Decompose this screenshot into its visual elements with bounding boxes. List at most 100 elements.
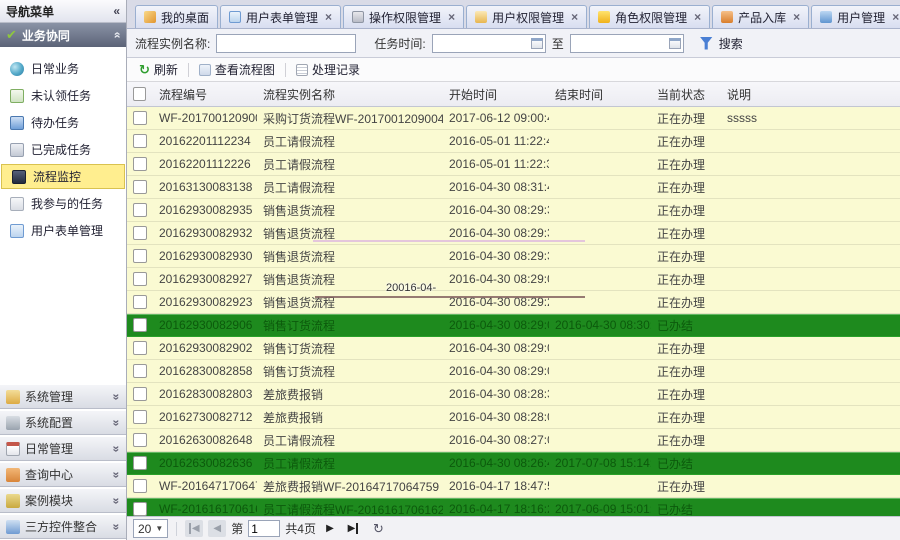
sidebar-collapse-button[interactable]: «: [113, 4, 120, 18]
tab-op-perm-mgmt[interactable]: 操作权限管理×: [343, 5, 464, 28]
inbox-icon: [10, 116, 24, 130]
sidebar-item-daily-business[interactable]: 日常业务: [0, 55, 126, 82]
process-record-button[interactable]: 处理记录: [292, 61, 364, 78]
refresh-button[interactable]: ↻刷新: [135, 61, 182, 78]
sidebar-item-my-tasks[interactable]: 我参与的任务: [0, 190, 126, 217]
table-row[interactable]: 20162930082930销售退货流程2016-04-30 08:29:36正…: [127, 245, 900, 268]
close-icon[interactable]: ×: [892, 10, 899, 24]
close-icon[interactable]: ×: [571, 10, 578, 24]
done-list-icon: [10, 143, 24, 157]
sidebar-item-completed-tasks[interactable]: 已完成任务: [0, 136, 126, 163]
row-checkbox[interactable]: [133, 226, 147, 240]
row-checkbox[interactable]: [133, 387, 147, 401]
prev-page-button[interactable]: ◀: [208, 520, 226, 537]
close-icon[interactable]: ×: [793, 10, 800, 24]
column-header-start-time[interactable]: 开始时间: [443, 86, 549, 103]
tab-user-mgmt[interactable]: 用户管理×: [811, 5, 900, 28]
row-checkbox[interactable]: [133, 180, 147, 194]
table-row[interactable]: 20162630082648员工请假流程2016-04-30 08:27:04正…: [127, 429, 900, 452]
cell-process-id: 20162930082935: [153, 203, 257, 217]
table-row[interactable]: 20162201112226员工请假流程2016-05-01 11:22:31正…: [127, 153, 900, 176]
table-row[interactable]: 20162730082712差旅费报销2016-04-30 08:28:01正在…: [127, 406, 900, 429]
sidebar-accordion-case-module[interactable]: 案例模块»: [0, 488, 126, 513]
row-checkbox[interactable]: [133, 134, 147, 148]
page-number-input[interactable]: [248, 520, 280, 537]
tab-product-inbound[interactable]: 产品入库×: [712, 5, 809, 28]
column-header-end-time[interactable]: 结束时间: [549, 86, 651, 103]
sidebar-item-user-form-mgmt[interactable]: 用户表单管理: [0, 217, 126, 244]
row-checkbox[interactable]: [133, 272, 147, 286]
table-row[interactable]: 20162930082923销售退货流程2016-04-30 08:29:23正…: [127, 291, 900, 314]
row-checkbox[interactable]: [133, 364, 147, 378]
close-icon[interactable]: ×: [694, 10, 701, 24]
cell-status: 已办结: [651, 317, 721, 334]
search-button[interactable]: 搜索: [719, 35, 743, 52]
cell-start-time: 2016-04-30 08:27:04: [443, 433, 549, 447]
row-checkbox[interactable]: [133, 295, 147, 309]
row-checkbox[interactable]: [133, 111, 147, 125]
select-all-checkbox[interactable]: [133, 87, 146, 101]
column-header-status[interactable]: 当前状态: [651, 86, 721, 103]
table-row[interactable]: 20162201112234员工请假流程2016-05-01 11:22:43正…: [127, 130, 900, 153]
table-row[interactable]: WF-20170012090047采购订货流程WF-20170012090047…: [127, 107, 900, 130]
table-row[interactable]: 20162930082902销售订货流程2016-04-30 08:29:03正…: [127, 337, 900, 360]
table-row[interactable]: 20163130083138员工请假流程2016-04-30 08:31:44正…: [127, 176, 900, 199]
page-size-select[interactable]: 20 ▼: [133, 519, 168, 538]
table-row[interactable]: 20162830082803差旅费报销2016-04-30 08:28:34正在…: [127, 383, 900, 406]
tab-role-perm-mgmt[interactable]: 角色权限管理×: [589, 5, 710, 28]
table-row[interactable]: 20162630082636员工请假流程2016-04-30 08:26:432…: [127, 452, 900, 475]
sidebar-item-process-monitor[interactable]: 流程监控: [1, 164, 125, 189]
row-checkbox-cell: [127, 341, 153, 355]
row-checkbox[interactable]: [133, 341, 147, 355]
divider: [285, 63, 286, 77]
sidebar-accordion-query-center[interactable]: 查询中心»: [0, 462, 126, 487]
tab-user-form-mgmt[interactable]: 用户表单管理×: [220, 5, 341, 28]
last-page-button[interactable]: ▶: [344, 520, 362, 537]
close-icon[interactable]: ×: [448, 10, 455, 24]
accordion-label: 日常管理: [25, 440, 73, 457]
table-row[interactable]: 20162930082906销售订货流程2016-04-30 08:29:072…: [127, 314, 900, 337]
table-row[interactable]: WF-20164717064759差旅费报销WF-201647170647592…: [127, 475, 900, 498]
column-header-process-id[interactable]: 流程编号: [153, 86, 257, 103]
gear-icon: [6, 520, 20, 534]
table-row[interactable]: 20162930082927销售退货流程2016-04-30 08:29:03正…: [127, 268, 900, 291]
row-checkbox[interactable]: [133, 433, 147, 447]
sidebar-accordion-system-mgmt[interactable]: 系统管理»: [0, 384, 126, 409]
tab-my-desktop[interactable]: 我的桌面: [135, 5, 218, 28]
calendar-icon[interactable]: [669, 38, 681, 49]
calendar-icon[interactable]: [531, 38, 543, 49]
row-checkbox[interactable]: [133, 318, 147, 332]
row-checkbox[interactable]: [133, 203, 147, 217]
sidebar-item-unclaimed-tasks[interactable]: 未认领任务: [0, 82, 126, 109]
time-to-input[interactable]: [571, 36, 669, 51]
row-checkbox[interactable]: [133, 410, 147, 424]
form-icon: [229, 11, 241, 23]
column-header-note[interactable]: 说明: [721, 86, 900, 103]
sidebar-accordion-daily-mgmt[interactable]: 日常管理»: [0, 436, 126, 461]
column-header-instance-name[interactable]: 流程实例名称: [257, 86, 443, 103]
row-checkbox[interactable]: [133, 249, 147, 263]
instance-name-input[interactable]: [216, 34, 356, 53]
next-page-button[interactable]: ▶: [321, 520, 339, 537]
view-diagram-button[interactable]: 查看流程图: [195, 61, 279, 78]
reload-icon[interactable]: ↻: [373, 521, 384, 537]
time-from-input[interactable]: [433, 36, 531, 51]
sidebar-accordion-system-config[interactable]: 系统配置»: [0, 410, 126, 435]
last-page-icon: ▶: [348, 523, 359, 534]
first-page-button[interactable]: ◀: [185, 520, 203, 537]
table-row[interactable]: 20162930082932销售退货流程2016-04-30 08:29:33正…: [127, 222, 900, 245]
close-icon[interactable]: ×: [325, 10, 332, 24]
tab-user-perm-mgmt[interactable]: 用户权限管理×: [466, 5, 587, 28]
package-icon: [721, 11, 733, 23]
table-row[interactable]: 20162830082858销售订货流程2016-04-30 08:29:00正…: [127, 360, 900, 383]
row-checkbox[interactable]: [133, 479, 147, 493]
row-checkbox[interactable]: [133, 157, 147, 171]
sidebar-accordion-third-party-controls[interactable]: 三方控件整合»: [0, 514, 126, 539]
sidebar-section-business-collab[interactable]: ✔ 业务协同 »: [0, 23, 126, 47]
sidebar-item-label: 未认领任务: [31, 87, 91, 104]
row-checkbox-cell: [127, 295, 153, 309]
row-checkbox[interactable]: [133, 502, 147, 516]
row-checkbox[interactable]: [133, 456, 147, 470]
sidebar-item-todo-tasks[interactable]: 待办任务: [0, 109, 126, 136]
table-row[interactable]: 20162930082935销售退货流程2016-04-30 08:29:36正…: [127, 199, 900, 222]
